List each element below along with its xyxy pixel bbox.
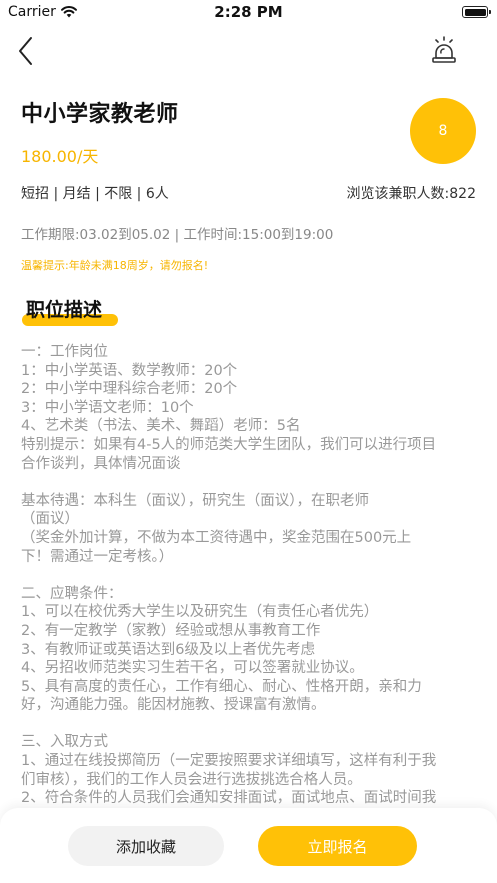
count-badge: 8 (410, 98, 476, 164)
description-line: 4、艺术类（书法、美术、舞蹈）老师：5名 (21, 418, 301, 435)
work-period: 工作期限:03.02到05.02 | 工作时间:15:00到19:00 (21, 227, 334, 243)
description-line: 好，沟通能力强。能因材施教、授课富有激情。 (21, 697, 326, 714)
description-line: （奖金外加计算，不做为本工资待遇中，奖金范围在500元上 (21, 529, 412, 546)
description-line: 们审核），我们的工作人员会进行选拔挑选合格人员。 (21, 771, 362, 788)
description-line: 1、通过在线投掷简历（一定要按照要求详细填写，这样有利于我 (21, 753, 437, 770)
description-line: 2、有一定教学（家教）经验或想从事教育工作 (21, 622, 321, 639)
section-title: 职位描述 (26, 299, 103, 321)
description-spacer (21, 715, 481, 734)
battery-icon (462, 6, 491, 18)
bottom-action-bar: 添加收藏 立即报名 (0, 808, 497, 883)
status-time: 2:28 PM (214, 3, 283, 21)
section-header: 职位描述 (22, 296, 118, 330)
description-line: 4、另招收师范类实习生若干名，可以签署就业协议。 (21, 660, 364, 677)
view-count: 浏览该兼职人数:822 (346, 186, 476, 202)
description-line: 2、符合条件的人员我们会通知安排面试，面试地点、面试时间我 (21, 790, 437, 807)
description-line: 三、入取方式 (21, 734, 108, 751)
apply-now-button[interactable]: 立即报名 (258, 826, 417, 866)
description-line: 特别提示：如果有4-5人的师范类大学生团队，我们可以进行项目 (21, 436, 437, 453)
description-line: 3：中小学语文老师：10个 (21, 399, 194, 416)
description-line: 二、应聘条件： (21, 585, 123, 602)
description-line: 基本待遇：本科生（面议），研究生（面议），在职老师 (21, 492, 369, 509)
description-line: 5、具有高度的责任心，工作有细心、耐心、性格开朗，亲和力 (21, 678, 422, 695)
job-description: 一：工作岗位 1：中小学英语、数学教师：20个 2：中小学中理科综合老师：20个 3：… (21, 343, 481, 813)
description-line: 一：工作岗位 (21, 344, 108, 360)
back-button[interactable] (12, 32, 44, 70)
age-warning: 温馨提示:年龄未满18周岁，请勿报名! (21, 259, 209, 272)
description-line: 下！需通过一定考核。） (21, 548, 174, 565)
description-line: （面议） (21, 511, 79, 528)
description-line: 3、有教师证或英语达到6级及以上者优先考虑 (21, 641, 315, 658)
alarm-button[interactable] (428, 34, 460, 68)
add-favorite-button[interactable]: 添加收藏 (68, 826, 224, 866)
description-line: 1、可以在校优秀大学生以及研究生（有责任心者优先） (21, 604, 379, 621)
description-line: 1：中小学英语、数学教师：20个 (21, 362, 238, 379)
job-tags: 短招 | 月结 | 不限 | 6人 (21, 186, 169, 202)
status-bar: Carrier 2:28 PM (0, 0, 497, 26)
chevron-left-icon (19, 37, 32, 65)
alarm-bell-icon (432, 36, 456, 63)
job-title: 中小学家教老师 (21, 102, 179, 127)
description-spacer (21, 566, 481, 585)
salary-label: 180.00/天 (21, 147, 99, 166)
description-line: 合作谈判，具体情况面谈 (21, 455, 181, 472)
description-line: 2：中小学中理科综合老师：20个 (21, 381, 238, 398)
description-spacer (21, 473, 481, 492)
